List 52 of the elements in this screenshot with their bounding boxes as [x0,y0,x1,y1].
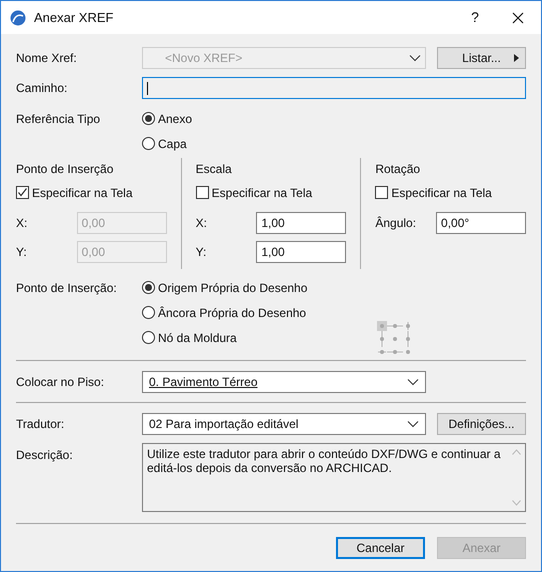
field-label: Nome Xref: [16,50,78,67]
field-label: Tradutor: [16,416,66,433]
field-label: X: [16,215,28,232]
field-label: Ângulo: [375,215,418,232]
field-label: Y: [16,244,28,261]
radio-label: Origem Própria do Desenho [158,280,308,296]
number-field[interactable]: 1,00 [256,212,346,234]
path-field[interactable] [142,77,526,99]
description-text: Utilize este tradutor para abrir o conteúdo DXF/DWG e continuar a editá-los depois da conversão no ARCHICAD. [146,446,502,477]
window-title: Anexar XREF [34,8,114,27]
field-label: Descrição: [16,447,74,464]
radio-label: Capa [158,136,187,152]
checkbox-label: Especificar na Tela [32,184,132,202]
chevron-down-icon [407,420,419,428]
radio-button[interactable] [142,112,155,125]
radio-label: Anexo [158,110,192,128]
field-label: Y: [196,244,208,261]
radio-button[interactable] [142,331,155,344]
app-logo-icon [10,10,26,26]
number-field[interactable]: 1,00 [256,241,346,263]
number-field[interactable]: 0,00° [436,212,526,234]
chevron-down-icon [407,378,419,386]
scroll-down-icon [512,500,521,506]
anchor-grid-icon [377,321,413,355]
list-button[interactable]: Listar... [437,47,526,69]
scroll-up-icon [512,449,521,455]
translator-dropdown[interactable]: 02 Para importação editável [142,413,426,435]
checkbox-label: Especificar na Tela [212,184,312,202]
field-label: Ponto de Inserção: [16,280,118,296]
field-label: X: [196,215,208,232]
checkbox[interactable] [375,186,388,199]
chevron-down-icon [409,54,421,62]
field-label: Caminho: [16,80,68,97]
story-dropdown[interactable]: 0. Pavimento Térreo [142,371,426,393]
radio-button[interactable] [142,281,155,294]
dialog-button[interactable]: Cancelar [336,537,425,559]
checkbox-label: Especificar na Tela [391,184,492,202]
checkbox[interactable] [16,186,29,199]
radio-button[interactable] [142,137,155,150]
field-label: Colocar no Piso: [16,374,106,391]
section-title: Escala [196,161,233,178]
radio-button[interactable] [142,306,155,319]
settings-button[interactable]: Definições... [437,413,526,435]
field-label: Referência Tipo [16,110,102,128]
section-title: Rotação [375,161,422,178]
close-icon [512,12,524,24]
radio-label: Âncora Própria do Desenho [158,304,306,322]
help-button[interactable]: ? [455,7,495,28]
radio-label: Nó da Moldura [158,330,237,346]
caret-right-icon [514,54,519,62]
section-title: Ponto de Inserção [16,161,114,178]
checkbox[interactable] [196,186,209,199]
